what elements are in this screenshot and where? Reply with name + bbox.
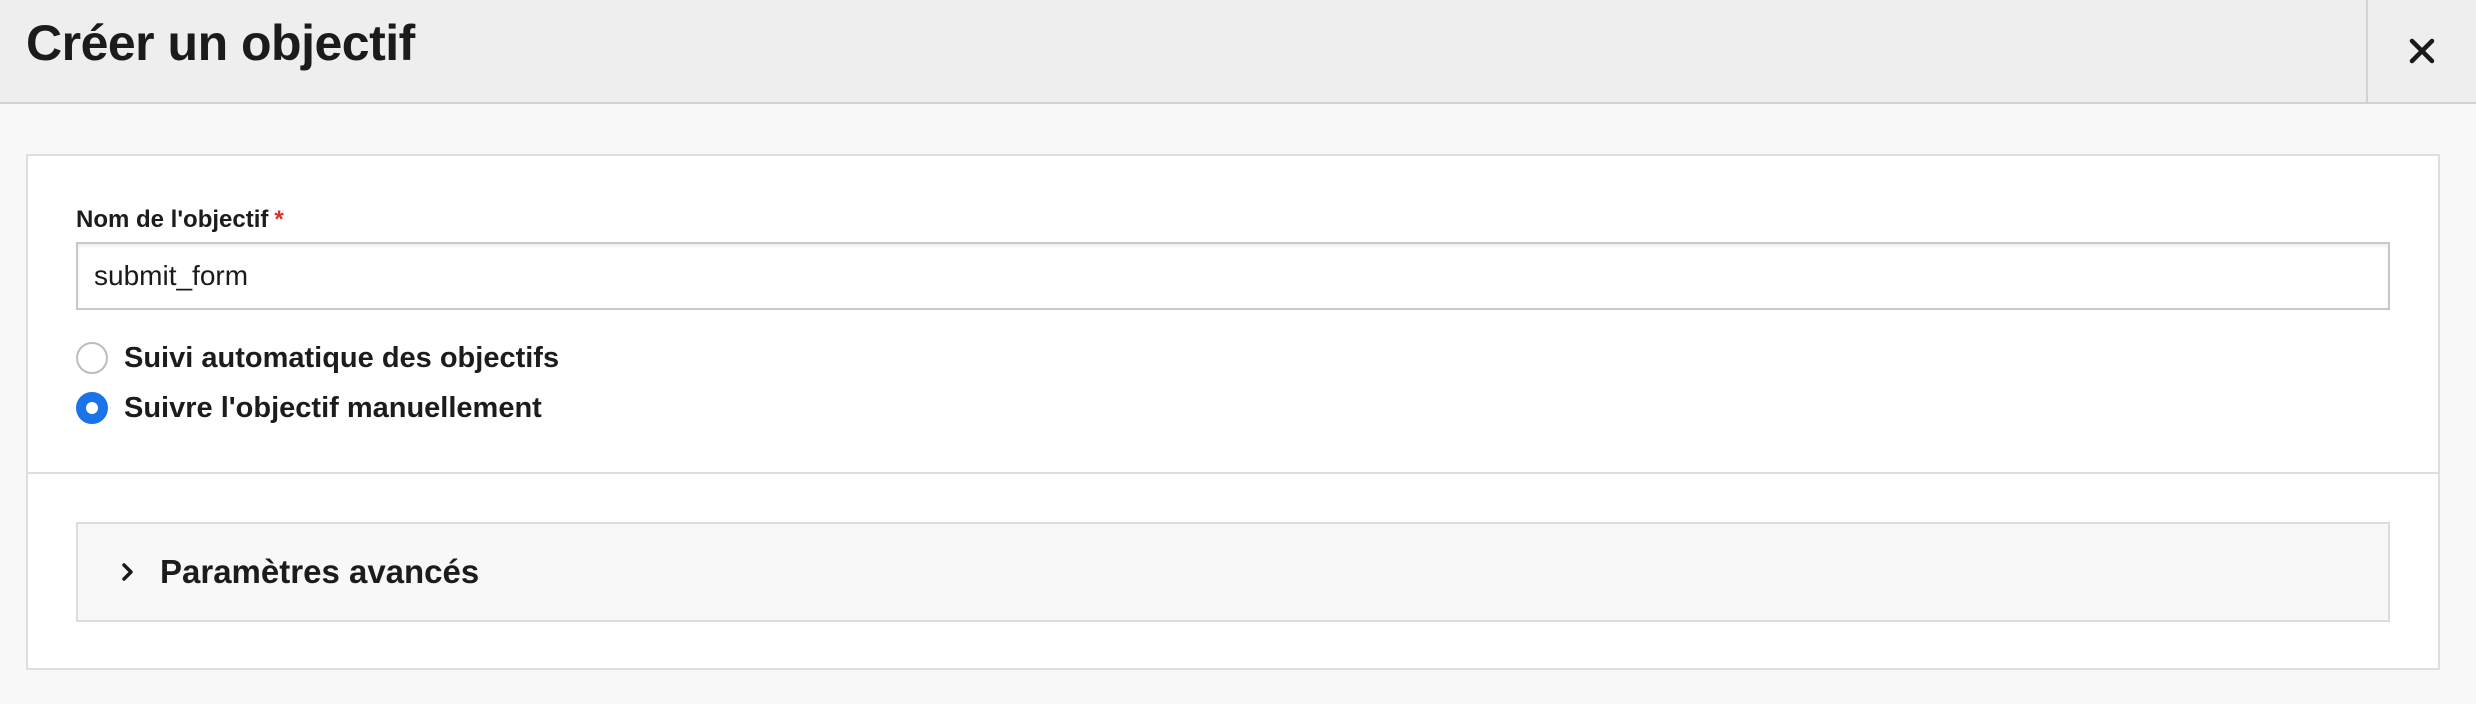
section-divider: [28, 472, 2438, 474]
advanced-settings-accordion[interactable]: Paramètres avancés: [76, 522, 2390, 622]
advanced-settings-label: Paramètres avancés: [160, 553, 480, 590]
radio-option-manual[interactable]: Suivre l'objectif manuellement: [76, 390, 542, 426]
radio-button-unchecked[interactable]: [76, 342, 108, 374]
close-button[interactable]: [2368, 0, 2476, 102]
close-icon: [2409, 38, 2435, 64]
radio-label-automatic: Suivi automatique des objectifs: [124, 342, 560, 374]
chevron-right-icon: [118, 562, 138, 582]
required-marker: *: [274, 206, 284, 233]
goal-name-label: Nom de l'objectif *: [76, 204, 284, 236]
radio-option-automatic[interactable]: Suivi automatique des objectifs: [76, 340, 559, 376]
dialog-title: Créer un objectif: [26, 15, 415, 71]
goal-form-panel: Nom de l'objectif* Suivi automatique des…: [26, 154, 2440, 670]
radio-button-checked[interactable]: [76, 392, 108, 424]
dialog-header: Créer un objectif: [0, 0, 2476, 104]
goal-name-label-text: Nom de l'objectif: [76, 206, 269, 233]
radio-label-manual: Suivre l'objectif manuellement: [124, 392, 542, 424]
goal-name-input[interactable]: [76, 242, 2390, 310]
